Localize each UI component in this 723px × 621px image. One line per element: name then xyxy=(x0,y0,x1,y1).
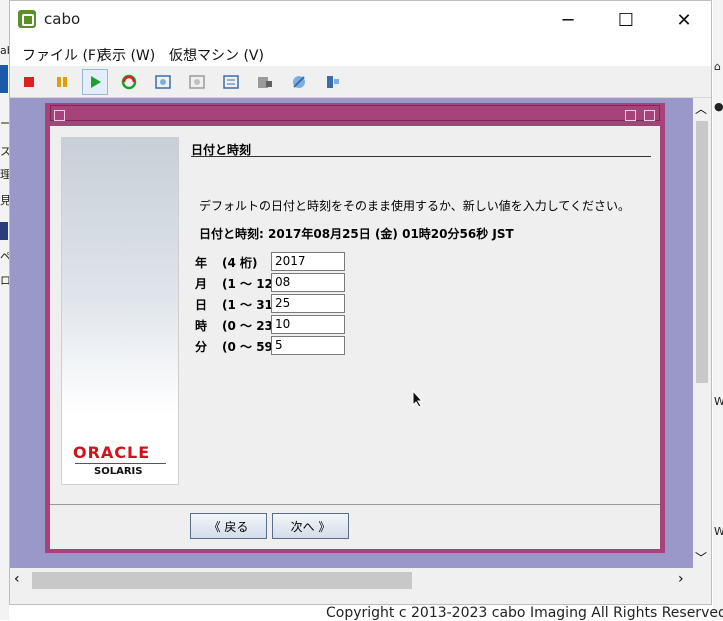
tools-icon[interactable] xyxy=(322,71,344,93)
close-button[interactable]: ✕ xyxy=(661,1,707,39)
vm-window: cabo ─ ☐ ✕ ファイル (F) 表示 (W) 仮想マシン (V) ︿ ﹀ xyxy=(9,0,712,605)
hour-label: 時 xyxy=(195,319,208,333)
background-window-left: ab ー ス 理 見 ペ ロ xyxy=(0,0,14,620)
copyright-notice: Copyright c 2013-2023 cabo Imaging All R… xyxy=(326,605,723,621)
dialog-menu-button[interactable] xyxy=(54,110,65,121)
day-label: 日 xyxy=(195,298,208,312)
menu-file[interactable]: ファイル (F) xyxy=(22,45,101,65)
app-icon xyxy=(18,10,36,28)
play-icon[interactable] xyxy=(84,71,106,93)
month-input[interactable]: 08 xyxy=(271,273,345,292)
bg-accent xyxy=(0,65,8,93)
menu-vm[interactable]: 仮想マシン (V) xyxy=(169,45,264,65)
dialog-maximize-button[interactable] xyxy=(644,110,655,121)
month-range: (1 ～ 12) xyxy=(222,277,279,291)
connect-icon[interactable] xyxy=(288,71,310,93)
scroll-right-icon[interactable]: › xyxy=(678,571,684,587)
snapshot-manager-icon[interactable] xyxy=(220,71,242,93)
year-input[interactable]: 2017 xyxy=(271,252,345,271)
year-range: (4 桁) xyxy=(222,256,258,270)
section-divider xyxy=(191,156,651,157)
snapshot-icon[interactable] xyxy=(152,71,174,93)
oracle-logo: ORACLE xyxy=(73,443,151,462)
pause-icon[interactable] xyxy=(51,71,73,93)
maximize-button[interactable]: ☐ xyxy=(603,1,649,39)
toolbar xyxy=(10,66,711,98)
stop-icon[interactable] xyxy=(18,71,40,93)
solaris-label: SOLARIS xyxy=(94,466,143,477)
vertical-scroll-thumb[interactable] xyxy=(696,121,708,383)
scroll-up-icon[interactable]: ︿ xyxy=(695,100,707,117)
back-button[interactable]: 《 戻る xyxy=(190,513,267,539)
scroll-left-icon[interactable]: ‹ xyxy=(14,571,20,587)
day-range: (1 ～ 31) xyxy=(222,298,279,312)
day-input[interactable]: 25 xyxy=(271,294,345,313)
minimize-button[interactable]: ─ xyxy=(545,1,591,39)
revert-icon[interactable] xyxy=(186,71,208,93)
instruction-text: デフォルトの日付と時刻をそのまま使用するか、新しい値を入力してください。 xyxy=(199,199,631,213)
logo-divider xyxy=(75,463,166,464)
bg-char: W xyxy=(714,395,723,408)
bg-char: W xyxy=(714,525,723,538)
dialog-minimize-button[interactable] xyxy=(625,110,636,121)
scroll-down-icon[interactable]: ﹀ xyxy=(695,549,707,566)
hour-input[interactable]: 10 xyxy=(271,315,345,334)
minute-label: 分 xyxy=(195,340,208,354)
current-datetime: 日付と時刻: 2017年08月25日 (金) 01時20分56秒 JST xyxy=(199,227,514,241)
footer-divider xyxy=(50,504,660,505)
reset-icon[interactable] xyxy=(118,71,140,93)
menu-view[interactable]: 表示 (W) xyxy=(98,45,155,65)
year-label: 年 xyxy=(195,256,208,270)
bg-char: ⌂ xyxy=(714,60,721,73)
branding-panel xyxy=(61,137,179,485)
window-title: cabo xyxy=(44,10,81,28)
dialog-title-bar[interactable] xyxy=(50,105,660,121)
settings-icon[interactable] xyxy=(254,71,276,93)
horizontal-scroll-thumb[interactable] xyxy=(32,572,412,589)
mouse-cursor-icon xyxy=(412,389,424,412)
hour-range: (0 ～ 23) xyxy=(222,319,279,333)
next-button[interactable]: 次へ 》 xyxy=(272,513,349,539)
minute-range: (0 ～ 59) xyxy=(222,340,279,354)
minute-input[interactable]: 5 xyxy=(271,336,345,355)
month-label: 月 xyxy=(195,277,208,291)
bg-char: ● xyxy=(714,100,723,113)
bg-accent xyxy=(0,222,8,240)
title-bar[interactable]: cabo ─ ☐ ✕ xyxy=(10,1,711,39)
